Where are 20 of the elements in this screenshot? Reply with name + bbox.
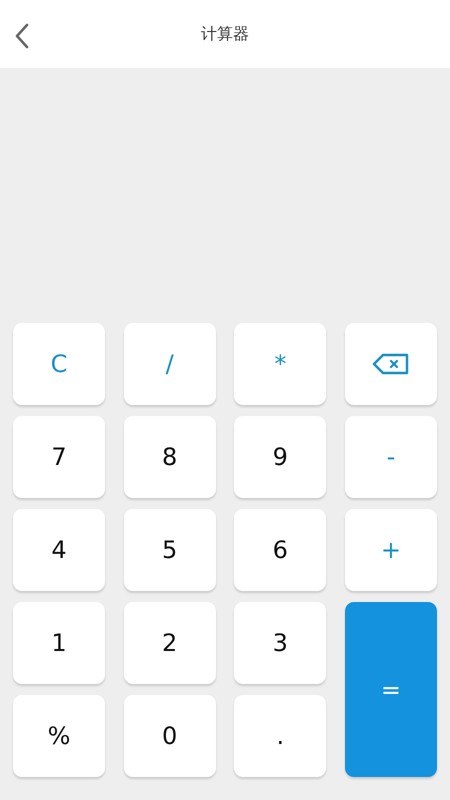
operator-key[interactable]: * — [234, 323, 326, 405]
backspace-icon — [372, 353, 410, 375]
calculator-key[interactable]: 7 — [13, 416, 106, 498]
operator-key[interactable]: / — [124, 323, 216, 405]
calculator-key[interactable]: 1 — [13, 602, 106, 684]
calculator-key[interactable]: % — [13, 695, 106, 777]
operator-key[interactable]: - — [344, 416, 437, 498]
calculator-key[interactable]: 2 — [124, 602, 216, 684]
operator-key[interactable]: + — [344, 509, 437, 591]
calculator-key[interactable]: . — [234, 695, 326, 777]
calculator-key[interactable]: 8 — [124, 416, 216, 498]
calculator-key[interactable]: 5 — [124, 509, 216, 591]
operator-key[interactable]: C — [13, 323, 106, 405]
backspace-button[interactable] — [344, 323, 437, 405]
calculator-key[interactable]: 0 — [124, 695, 216, 777]
calculator-key[interactable]: 9 — [234, 416, 326, 498]
calculator-key[interactable]: 4 — [13, 509, 106, 591]
calculator-key[interactable]: 3 — [234, 602, 326, 684]
page-title: 计算器 — [201, 24, 249, 44]
calculator-key[interactable]: 6 — [234, 509, 326, 591]
